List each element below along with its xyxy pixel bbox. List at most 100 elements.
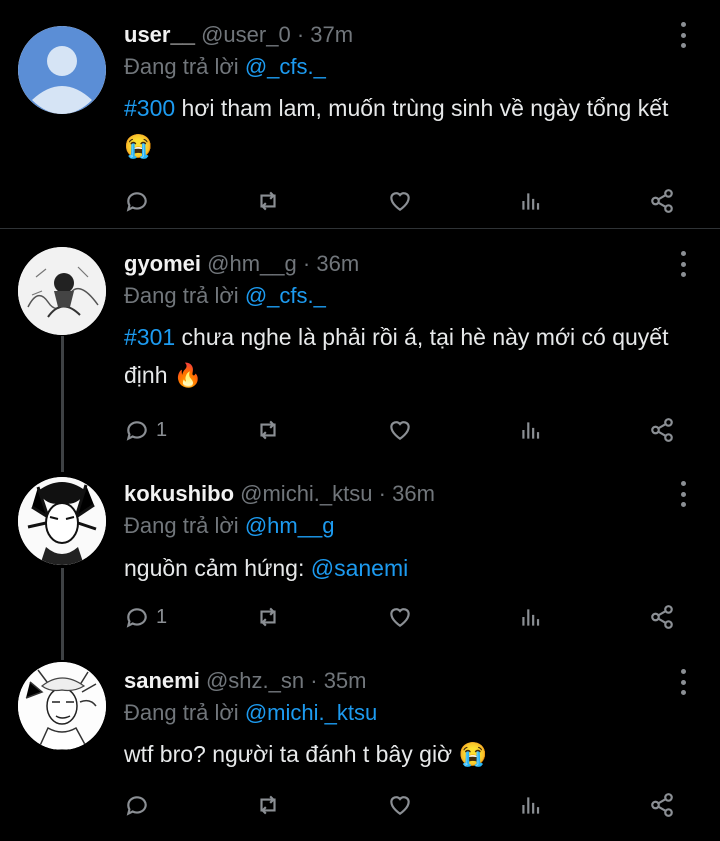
like-button[interactable] xyxy=(387,415,413,445)
reply-icon xyxy=(126,192,147,212)
views-icon xyxy=(522,422,540,439)
retweet-button[interactable] xyxy=(255,415,281,445)
reply-context: Đang trả lời @hm__g xyxy=(124,512,334,540)
tweet-text: nguồn cảm hứng: @sanemi xyxy=(124,549,694,587)
retweet-icon xyxy=(260,607,276,627)
like-button[interactable] xyxy=(387,186,413,216)
handle[interactable]: @user_0 xyxy=(201,22,291,47)
views-icon xyxy=(522,609,540,626)
reply-prefix: Đang trả lời xyxy=(124,513,239,538)
action-bar xyxy=(124,790,684,820)
like-button[interactable] xyxy=(387,790,413,820)
avatar[interactable] xyxy=(18,247,106,335)
reply-context: Đang trả lời @_cfs._ xyxy=(124,282,326,310)
display-name[interactable]: gyomei xyxy=(124,251,201,276)
separator: · xyxy=(378,481,386,506)
views-button[interactable] xyxy=(518,186,544,216)
reply-prefix: Đang trả lời xyxy=(124,54,239,79)
reply-icon xyxy=(126,421,147,441)
retweet-button[interactable] xyxy=(255,790,281,820)
tweet-text: #301 chưa nghe là phải rồi á, tại hè này… xyxy=(124,318,694,394)
hashtag[interactable]: #300 xyxy=(124,95,175,121)
tweet[interactable]: kokushibo @michi._ktsu · 36m Đang trả lờ… xyxy=(0,459,720,649)
reply-button[interactable]: 1 xyxy=(124,415,167,445)
tweet[interactable]: gyomei @hm__g · 36m Đang trả lời @_cfs._… xyxy=(0,229,720,459)
tweet-header: gyomei @hm__g · 36m xyxy=(124,250,359,278)
default-avatar-icon xyxy=(18,26,106,114)
tweet-body: chưa nghe là phải rồi á, tại hè này mới … xyxy=(124,324,669,388)
views-button[interactable] xyxy=(518,602,544,632)
reply-prefix: Đang trả lời xyxy=(124,283,239,308)
retweet-icon xyxy=(260,420,276,440)
tweet-text: #300 hơi tham lam, muốn trùng sinh về ng… xyxy=(124,89,694,165)
action-bar: 1 xyxy=(124,415,684,445)
views-icon xyxy=(522,193,540,210)
handle[interactable]: @shz._sn xyxy=(206,668,304,693)
reply-icon xyxy=(126,608,147,628)
more-icon[interactable] xyxy=(672,479,694,509)
separator: · xyxy=(302,251,311,276)
reply-context: Đang trả lời @michi._ktsu xyxy=(124,699,377,727)
mention-link[interactable]: @sanemi xyxy=(311,555,409,581)
views-icon xyxy=(522,797,540,814)
avatar[interactable] xyxy=(18,26,106,114)
tweet-body: hơi tham lam, muốn trùng sinh về ngày tổ… xyxy=(124,95,669,159)
retweet-button[interactable] xyxy=(255,602,281,632)
tweet-body: wtf bro? người ta đánh t bây giờ 😭 xyxy=(124,741,488,767)
share-icon xyxy=(651,418,673,442)
share-button[interactable] xyxy=(649,186,675,216)
display-name[interactable]: kokushibo xyxy=(124,481,234,506)
manga-avatar-icon xyxy=(18,477,106,565)
reply-to-mention[interactable]: @hm__g xyxy=(245,513,335,538)
share-button[interactable] xyxy=(649,602,675,632)
like-button[interactable] xyxy=(387,602,413,632)
timestamp[interactable]: 36m xyxy=(316,251,359,276)
share-icon xyxy=(651,189,673,213)
share-icon xyxy=(651,793,673,817)
more-icon[interactable] xyxy=(672,20,694,50)
views-button[interactable] xyxy=(518,790,544,820)
more-icon[interactable] xyxy=(672,249,694,279)
tweet-header: user__ @user_0 · 37m xyxy=(124,21,353,49)
hashtag[interactable]: #301 xyxy=(124,324,175,350)
share-button[interactable] xyxy=(649,415,675,445)
timestamp[interactable]: 35m xyxy=(324,668,367,693)
handle[interactable]: @hm__g xyxy=(207,251,297,276)
share-button[interactable] xyxy=(649,790,675,820)
separator: · xyxy=(296,22,305,47)
reply-button[interactable] xyxy=(124,186,156,216)
tweet-body: nguồn cảm hứng: xyxy=(124,555,311,581)
retweet-button[interactable] xyxy=(255,186,281,216)
action-bar: 1 xyxy=(124,602,684,632)
more-icon[interactable] xyxy=(672,667,694,697)
avatar[interactable] xyxy=(18,477,106,565)
reply-to-mention[interactable]: @_cfs._ xyxy=(245,54,326,79)
reply-button[interactable] xyxy=(124,790,156,820)
reply-count: 1 xyxy=(156,605,168,628)
reply-button[interactable]: 1 xyxy=(124,602,167,632)
display-name[interactable]: user__ xyxy=(124,22,195,47)
handle[interactable]: @michi._ktsu xyxy=(240,481,372,506)
reply-context: Đang trả lời @_cfs._ xyxy=(124,53,326,81)
like-icon xyxy=(390,796,410,815)
avatar[interactable] xyxy=(18,662,106,750)
like-icon xyxy=(390,608,410,627)
display-name[interactable]: sanemi xyxy=(124,668,200,693)
reply-icon xyxy=(126,796,147,816)
timestamp[interactable]: 37m xyxy=(310,22,353,47)
tweet[interactable]: sanemi @shz._sn · 35m Đang trả lời @mich… xyxy=(0,648,720,841)
tweet[interactable]: user__ @user_0 · 37m Đang trả lời @_cfs.… xyxy=(0,0,720,228)
reply-prefix: Đang trả lời xyxy=(124,700,239,725)
manga-avatar-icon xyxy=(18,247,106,335)
tweet-header: kokushibo @michi._ktsu · 36m xyxy=(124,480,435,508)
action-bar xyxy=(124,186,684,216)
retweet-icon xyxy=(260,795,276,815)
reply-to-mention[interactable]: @michi._ktsu xyxy=(245,700,377,725)
views-button[interactable] xyxy=(518,415,544,445)
like-icon xyxy=(390,192,410,211)
like-icon xyxy=(390,421,410,440)
timestamp[interactable]: 36m xyxy=(392,481,435,506)
tweet-text: wtf bro? người ta đánh t bây giờ 😭 xyxy=(124,735,694,773)
reply-to-mention[interactable]: @_cfs._ xyxy=(245,283,326,308)
separator: · xyxy=(310,668,318,693)
